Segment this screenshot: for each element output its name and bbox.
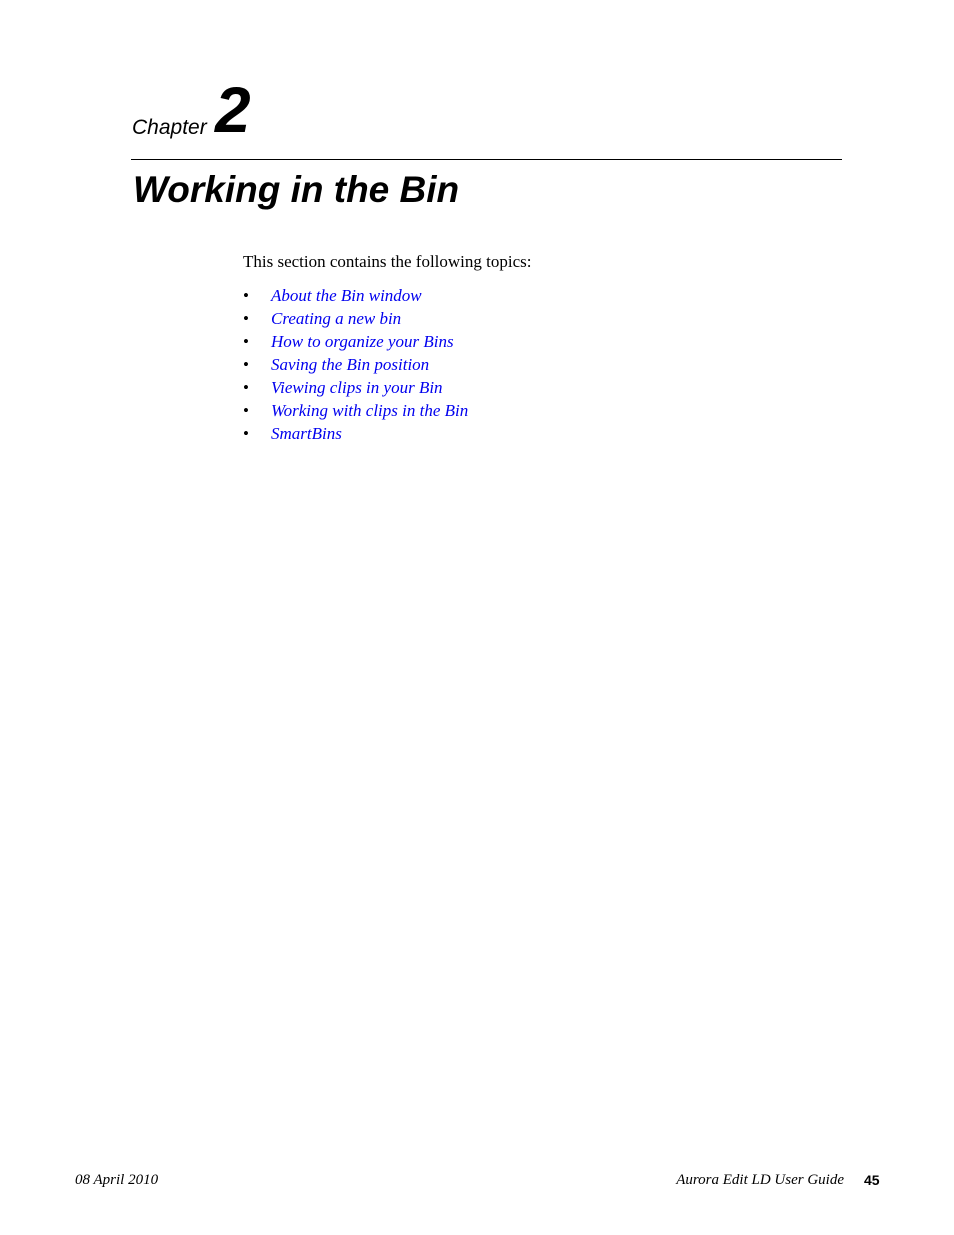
topic-link[interactable]: About the Bin window: [271, 284, 422, 307]
intro-text: This section contains the following topi…: [243, 252, 532, 271]
chapter-number: 2: [215, 74, 251, 146]
topic-link[interactable]: Viewing clips in your Bin: [271, 376, 443, 399]
topic-link[interactable]: Saving the Bin position: [271, 353, 429, 376]
page-title: Working in the Bin: [133, 169, 460, 210]
chapter-label: Chapter: [132, 116, 207, 139]
bullet-icon: •: [243, 378, 249, 397]
footer-date: 08 April 2010: [75, 1172, 159, 1188]
bullet-icon: •: [243, 355, 249, 374]
bullet-icon: •: [243, 286, 249, 305]
bullet-icon: •: [243, 309, 249, 328]
bullet-icon: •: [243, 401, 249, 420]
topic-link[interactable]: How to organize your Bins: [271, 330, 454, 353]
topic-link[interactable]: Working with clips in the Bin: [271, 399, 468, 422]
topic-link[interactable]: SmartBins: [271, 422, 342, 445]
topic-link[interactable]: Creating a new bin: [271, 307, 401, 330]
page-number: 45: [864, 1172, 880, 1188]
bullet-icon: •: [243, 424, 249, 443]
heading-rule: [131, 159, 842, 160]
footer-guide-title: Aurora Edit LD User Guide: [676, 1172, 844, 1188]
bullet-icon: •: [243, 332, 249, 351]
